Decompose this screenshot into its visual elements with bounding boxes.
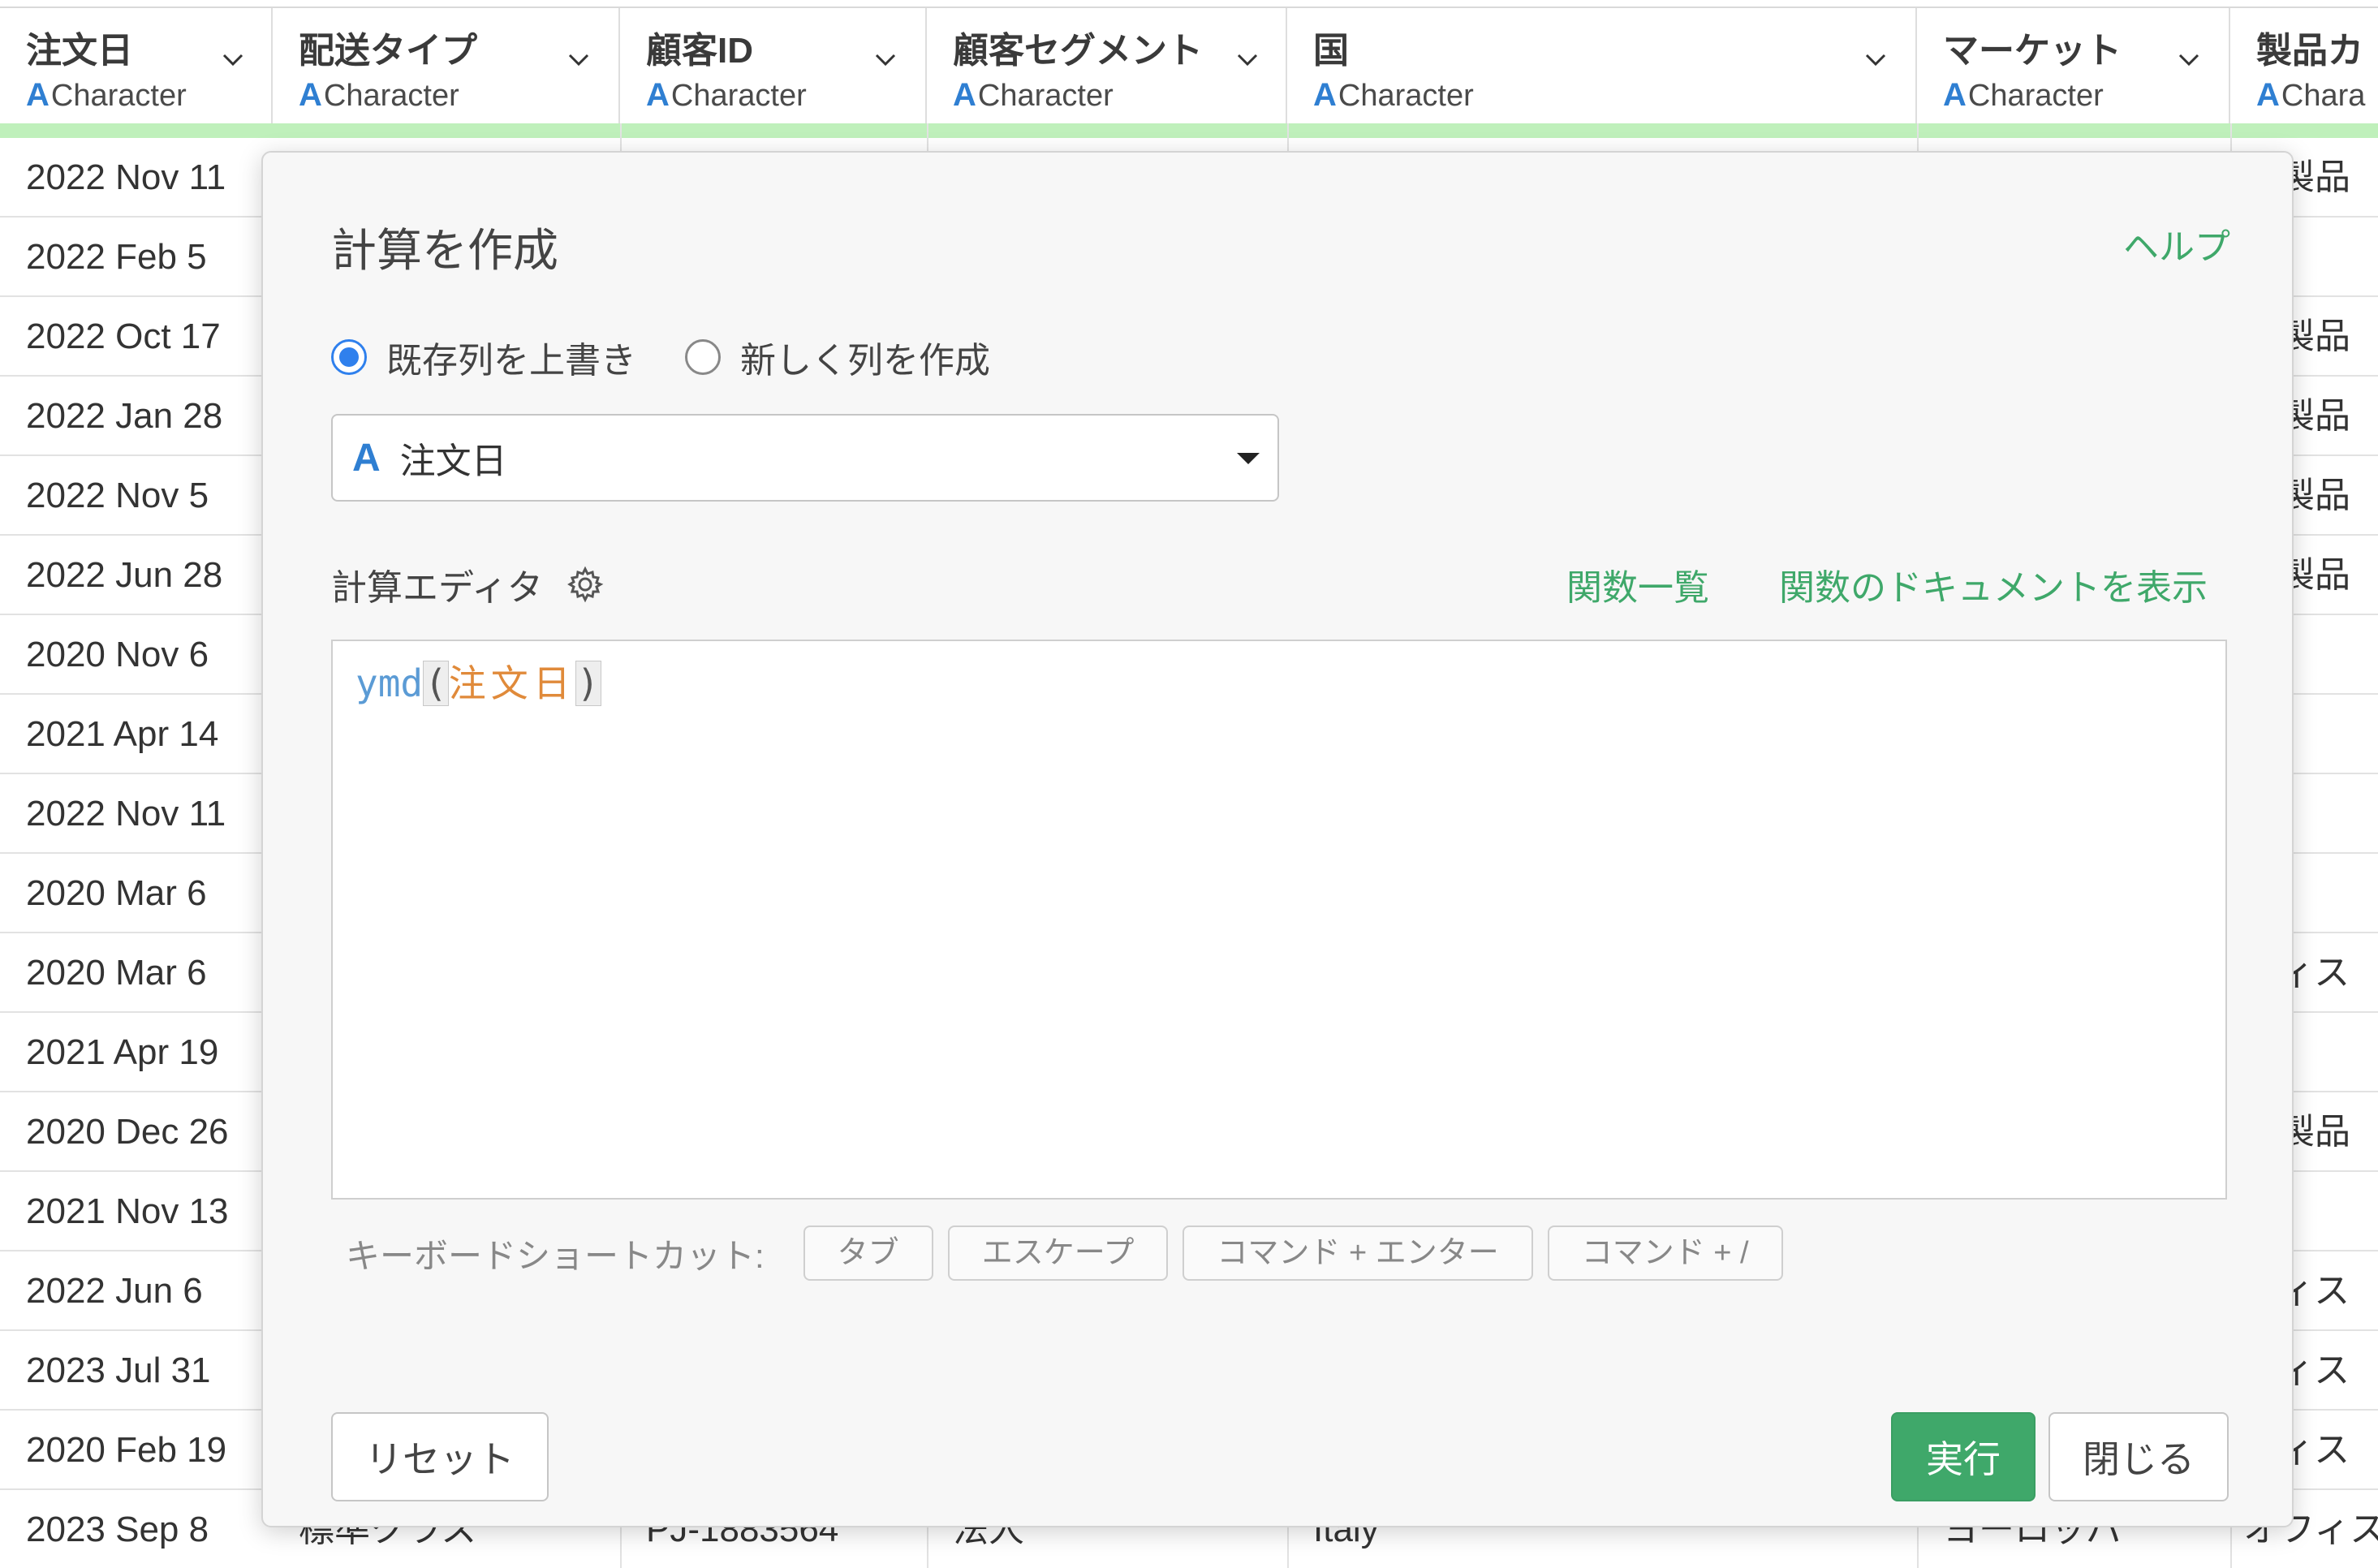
table-cell-date: 2022 Nov 11 [26,794,226,834]
column-token: 注文日 [448,661,575,705]
help-link[interactable]: ヘルプ [2123,218,2230,269]
function-list-link[interactable]: 関数一覧 [1566,558,1709,610]
character-type-icon: A [352,436,381,480]
character-type-icon: A [26,77,50,113]
target-column-select[interactable]: A 注文日 [331,414,1279,502]
reset-button[interactable]: リセット [331,1412,549,1501]
close-button[interactable]: 閉じる [2048,1412,2229,1501]
mode-radio-group: 既存列を上書き 新しく列を作成 [331,333,1039,381]
column-header-customer-id[interactable]: 顧客ID ACharacter [620,8,927,125]
radio-unselected-icon[interactable] [685,339,721,375]
table-cell-date: 2022 Nov 5 [26,476,209,515]
table-cell-date: 2022 Oct 17 [26,317,221,356]
gear-icon[interactable] [566,565,605,604]
column-header-country[interactable]: 国 ACharacter [1287,8,1917,125]
table-cell-date: 2022 Nov 11 [26,157,226,197]
paren-token: ( [423,661,449,706]
shortcut-tab: タブ [803,1226,933,1281]
chevron-down-icon[interactable] [1863,47,1888,71]
table-header: 注文日 ACharacter 配送タイプ ACharacter 顧客ID ACh… [0,6,2378,125]
column-title: 国 [1313,31,1349,71]
shortcut-command-slash: コマンド + / [1547,1226,1783,1281]
app-frame: 注文日 ACharacter 配送タイプ ACharacter 顧客ID ACh… [0,0,2378,1568]
keyboard-shortcuts: キーボードショートカット: タブ エスケープ コマンド + エンター コマンド … [346,1224,1798,1282]
shortcut-command-enter: コマンド + エンター [1183,1226,1533,1281]
calculation-editor[interactable]: ymd(注文日) [331,640,2227,1200]
chevron-down-icon[interactable] [2177,47,2201,71]
column-type: ACharacter [26,77,187,113]
table-cell-date: 2020 Mar 6 [26,873,207,913]
dropdown-caret-icon[interactable] [1237,453,1260,464]
column-type: ACharacter [953,77,1114,113]
function-docs-link[interactable]: 関数のドキュメントを表示 [1779,558,2208,610]
dialog-title: 計算を作成 [331,225,558,276]
table-cell-date: 2020 Dec 26 [26,1112,229,1152]
character-type-icon: A [2256,77,2280,113]
table-cell-date: 2021 Nov 13 [26,1191,229,1231]
shortcut-escape: エスケープ [947,1226,1169,1281]
column-type: ACharacter [1943,77,2104,113]
table-cell-date: 2021 Apr 19 [26,1032,219,1072]
column-header-market[interactable]: マーケット ACharacter [1917,8,2230,125]
run-button[interactable]: 実行 [1891,1412,2036,1501]
radio-overwrite-column[interactable]: 既存列を上書き [331,331,636,383]
table-cell-date: 2020 Nov 6 [26,635,209,674]
table-cell-date: 2022 Jan 28 [26,396,223,436]
column-header-order-date[interactable]: 注文日 ACharacter [0,8,273,125]
data-quality-bar [0,123,2378,138]
column-header-category[interactable]: 製品カ AChara [2230,8,2378,125]
table-cell-date: 2023 Jul 31 [26,1350,211,1390]
radio-label: 新しく列を作成 [740,341,990,381]
editor-label: 計算エディタ [331,558,605,610]
column-type: ACharacter [646,77,807,113]
column-header-segment[interactable]: 顧客セグメント ACharacter [927,8,1287,125]
table-cell-date: 2021 Apr 14 [26,714,219,754]
table-cell-date: 2020 Feb 19 [26,1430,227,1470]
function-token: ymd [355,661,424,705]
table-cell-date: 2020 Mar 6 [26,953,207,993]
table-cell-date: 2022 Jun 6 [26,1271,203,1311]
radio-label: 既存列を上書き [386,341,636,381]
character-type-icon: A [1313,77,1337,113]
character-type-icon: A [646,77,670,113]
column-header-ship-mode[interactable]: 配送タイプ ACharacter [273,8,620,125]
column-type: ACharacter [1313,77,1474,113]
table-cell-date: 2022 Jun 28 [26,555,223,595]
table-cell-date: 2023 Sep 8 [26,1510,209,1549]
chevron-down-icon[interactable] [221,47,245,71]
chevron-down-icon[interactable] [873,47,898,71]
character-type-icon: A [299,77,322,113]
paren-token: ) [575,661,601,706]
create-calculation-dialog: 計算を作成 ヘルプ 既存列を上書き 新しく列を作成 A 注文日 計算エディタ 関… [261,151,2294,1527]
column-type: AChara [2256,77,2366,113]
character-type-icon: A [953,77,976,113]
chevron-down-icon[interactable] [566,47,591,71]
radio-selected-icon[interactable] [331,339,367,375]
column-type: ACharacter [299,77,459,113]
radio-create-new-column[interactable]: 新しく列を作成 [685,331,990,383]
chevron-down-icon[interactable] [1235,47,1260,71]
table-cell-date: 2022 Feb 5 [26,237,207,277]
column-title: 製品カ [2256,31,2363,71]
shortcut-label: キーボードショートカット: [346,1236,765,1275]
character-type-icon: A [1943,77,1967,113]
selected-column-value: 注文日 [399,442,507,481]
